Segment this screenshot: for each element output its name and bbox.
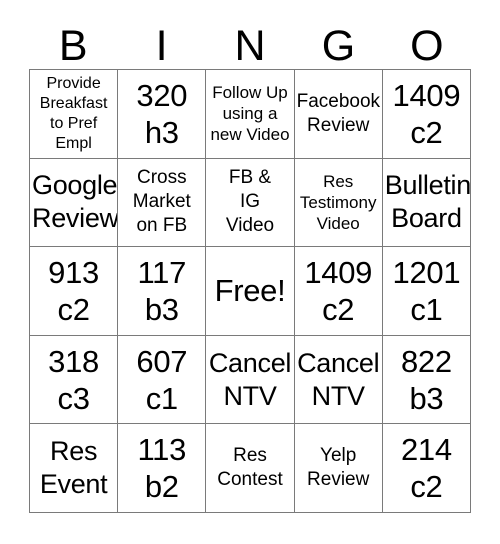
bingo-cell[interactable]: 1409 c2 xyxy=(382,70,471,159)
bingo-cell[interactable]: Cancel NTV xyxy=(294,335,383,425)
bingo-cell-label: Follow Up using a new Video xyxy=(210,83,290,145)
bingo-cell[interactable]: 607 c1 xyxy=(118,335,207,425)
bingo-cell-label: Google Review xyxy=(32,170,119,234)
bingo-cell-label: Cross Market on FB xyxy=(132,167,191,237)
bingo-cell[interactable]: 318 c3 xyxy=(30,335,119,425)
bingo-cell[interactable]: Bulletin Board xyxy=(382,158,471,248)
bingo-cell-free[interactable]: Free! xyxy=(206,247,295,336)
bingo-cell-label: Bulletin Board xyxy=(384,170,471,234)
bingo-cell-label: 822 b3 xyxy=(400,343,452,416)
bingo-cell-label: 318 c3 xyxy=(48,343,99,416)
bingo-cell[interactable]: Res Contest xyxy=(206,424,295,513)
bingo-cell[interactable]: FB & IG Video xyxy=(206,158,295,248)
bingo-cell-label: Facebook Review xyxy=(296,90,381,136)
bingo-cell-label: 117 b3 xyxy=(137,254,187,327)
bingo-cell[interactable]: Google Review xyxy=(30,158,119,248)
bingo-cell[interactable]: 113 b2 xyxy=(118,424,207,513)
bingo-header-row: B I N G O xyxy=(29,14,471,69)
bingo-cell[interactable]: 214 c2 xyxy=(382,424,471,513)
bingo-card: B I N G O Provide Breakfast to Pref Empl… xyxy=(0,0,500,544)
bingo-cell[interactable]: Cross Market on FB xyxy=(118,158,207,248)
bingo-cell[interactable]: 1201 c1 xyxy=(382,247,471,336)
bingo-grid: Provide Breakfast to Pref Empl 320 h3 Foll… xyxy=(29,69,471,513)
bingo-cell[interactable]: Cancel NTV xyxy=(206,335,295,425)
bingo-cell-label: 1201 c1 xyxy=(392,254,461,327)
bingo-cell-label: Res Contest xyxy=(217,445,283,491)
bingo-cell-label: 1409 c2 xyxy=(392,77,461,150)
bingo-cell-label: Res Event xyxy=(39,436,108,500)
bingo-cell-label: Yelp Review xyxy=(307,445,370,491)
bingo-cell[interactable]: Res Testimony Video xyxy=(294,158,383,248)
bingo-cell-label: Free! xyxy=(214,273,286,309)
bingo-cell[interactable]: 320 h3 xyxy=(118,70,207,159)
bingo-cell[interactable]: 822 b3 xyxy=(382,335,471,425)
bingo-header-letter-g: G xyxy=(321,22,356,70)
bingo-header-letter-i: I xyxy=(155,22,168,70)
bingo-cell-label: 1409 c2 xyxy=(304,254,373,327)
bingo-cell-label: Cancel NTV xyxy=(208,347,292,411)
bingo-cell-label: 320 h3 xyxy=(136,77,188,150)
bingo-cell[interactable]: Provide Breakfast to Pref Empl xyxy=(30,70,119,159)
bingo-cell[interactable]: Follow Up using a new Video xyxy=(206,70,295,159)
bingo-cell-label: Provide Breakfast to Pref Empl xyxy=(39,74,108,152)
bingo-cell-label: Res Testimony Video xyxy=(299,171,377,233)
bingo-header-letter-o: O xyxy=(410,22,444,70)
bingo-cell[interactable]: Res Event xyxy=(30,424,119,513)
bingo-header-letter-n: N xyxy=(234,22,266,70)
bingo-cell-label: FB & IG Video xyxy=(225,167,275,237)
bingo-cell[interactable]: 1409 c2 xyxy=(294,247,383,336)
bingo-cell[interactable]: 913 c2 xyxy=(30,247,119,336)
bingo-cell[interactable]: 117 b3 xyxy=(118,247,207,336)
bingo-cell-label: Cancel NTV xyxy=(297,347,380,411)
bingo-cell-label: 913 c2 xyxy=(48,254,99,327)
bingo-cell-label: 113 b2 xyxy=(137,432,187,505)
bingo-cell[interactable]: Yelp Review xyxy=(294,424,383,513)
bingo-cell-label: 214 c2 xyxy=(400,432,452,505)
bingo-header-letter-b: B xyxy=(58,22,88,70)
bingo-cell[interactable]: Facebook Review xyxy=(294,70,383,159)
bingo-cell-label: 607 c1 xyxy=(136,343,188,416)
